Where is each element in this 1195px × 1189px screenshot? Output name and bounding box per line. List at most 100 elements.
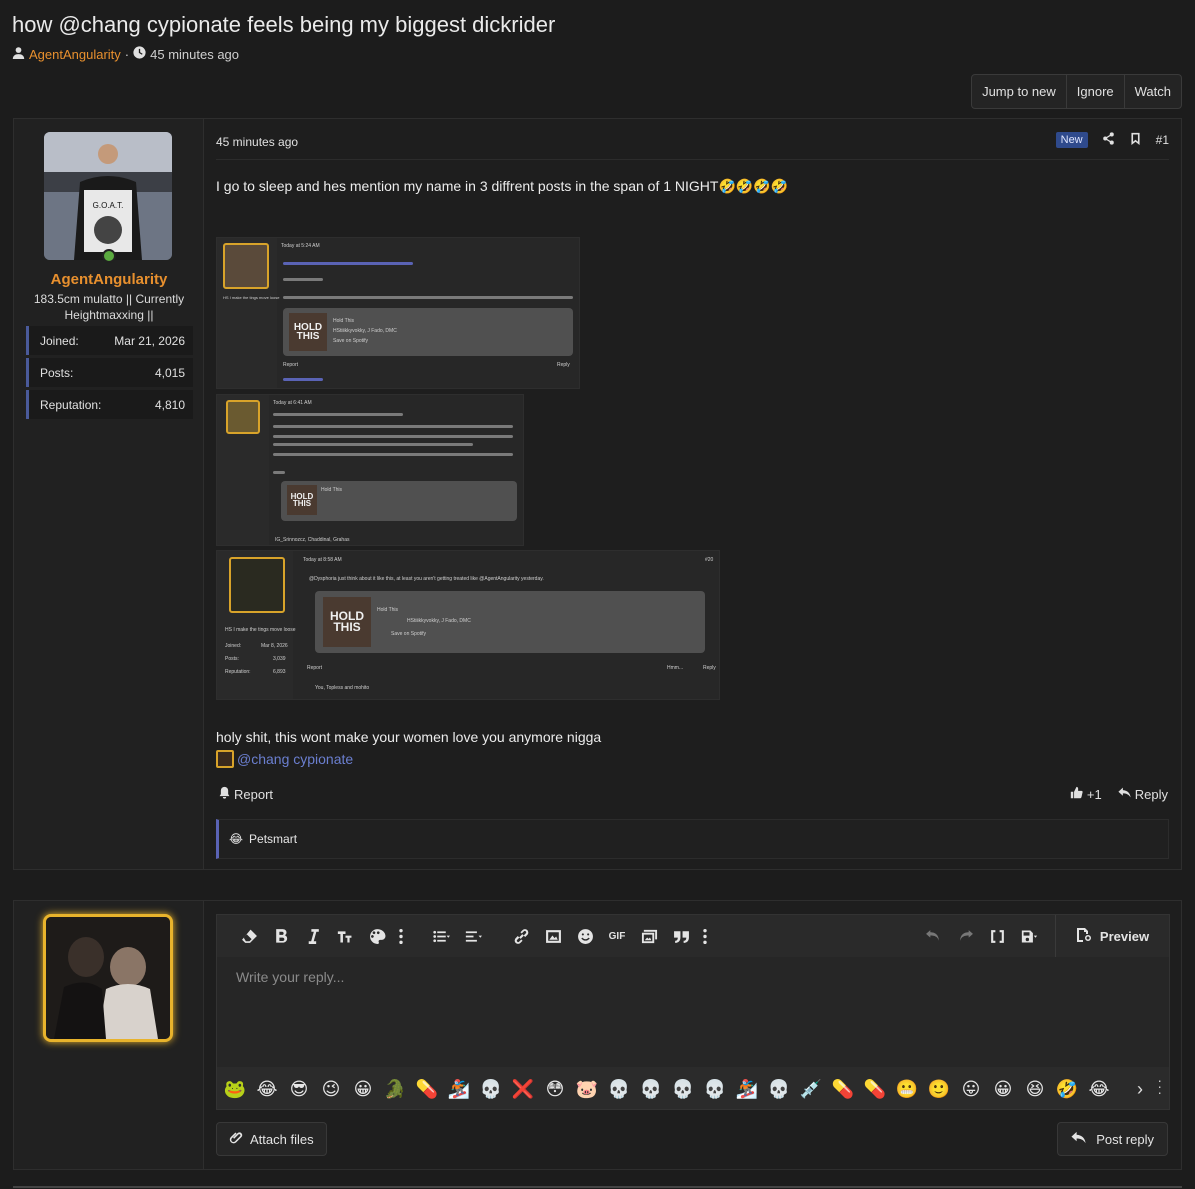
user-stats: Joined: Mar 21, 2026 Posts: 4,015 Reputa… — [26, 326, 193, 422]
smilie[interactable]: 💀 — [637, 1075, 665, 1103]
more-vertical-icon-3[interactable]: · · · — [1157, 1073, 1162, 1099]
reply-textarea[interactable]: Write your reply... — [217, 957, 1169, 1067]
screenshot-2[interactable]: Today at 6:41 AM HOLD THIS Hold This IG_… — [216, 394, 524, 546]
stat-reputation: Reputation: 4,810 — [26, 390, 193, 419]
smilie[interactable]: 😛 — [957, 1075, 985, 1103]
more-vertical-icon[interactable] — [393, 915, 409, 957]
media-icon[interactable] — [633, 915, 665, 957]
like-button[interactable]: +1 — [1070, 786, 1102, 802]
user-icon — [12, 46, 25, 62]
redo-icon[interactable] — [949, 915, 981, 957]
smilie[interactable]: 😳 — [541, 1075, 569, 1103]
share-icon[interactable] — [1102, 132, 1115, 148]
svg-text:G.O.A.T.: G.O.A.T. — [93, 201, 124, 210]
mention-link[interactable]: @chang cypionate — [237, 751, 353, 767]
bookmark-icon[interactable] — [1129, 132, 1142, 148]
clock-icon — [133, 46, 146, 62]
smilie[interactable]: 🏂 — [445, 1075, 473, 1103]
image-icon[interactable] — [537, 915, 569, 957]
list-icon[interactable] — [425, 915, 457, 957]
save-draft-icon[interactable] — [1013, 915, 1045, 957]
bell-icon — [218, 786, 231, 802]
smilie[interactable]: 💀 — [669, 1075, 697, 1103]
smilie[interactable]: 😀 — [989, 1075, 1017, 1103]
reaction-users[interactable]: Petsmart — [249, 832, 297, 846]
post-text-1: I go to sleep and hes mention my name in… — [216, 178, 789, 194]
smilie[interactable]: 😆 — [1021, 1075, 1049, 1103]
bbcode-toggle-icon[interactable] — [981, 915, 1013, 957]
more-vertical-icon-2[interactable] — [697, 915, 713, 957]
reply-arrow-icon — [1071, 1130, 1086, 1148]
jump-to-new-button[interactable]: Jump to new — [972, 75, 1067, 108]
undo-icon[interactable] — [917, 915, 949, 957]
post-time[interactable]: 45 minutes ago — [216, 135, 298, 149]
post-number[interactable]: #1 — [1156, 133, 1169, 147]
smilie[interactable]: ❌ — [509, 1075, 537, 1103]
smilie[interactable]: 💀 — [605, 1075, 633, 1103]
smilie[interactable]: 🙂 — [925, 1075, 953, 1103]
smilie[interactable]: 🐊 — [381, 1075, 409, 1103]
thread-title: how @chang cypionate feels being my bigg… — [12, 12, 556, 37]
attach-files-button[interactable]: Attach files — [216, 1122, 327, 1156]
avatar[interactable]: G.O.A.T. — [44, 132, 172, 260]
smilie[interactable]: 😂 — [253, 1075, 281, 1103]
watch-button[interactable]: Watch — [1125, 75, 1181, 108]
new-badge: New — [1055, 132, 1088, 148]
smilie[interactable]: 💀 — [765, 1075, 793, 1103]
mention-avatar-icon — [216, 750, 234, 768]
smiley-icon[interactable] — [569, 915, 601, 957]
smilie[interactable]: 💊 — [413, 1075, 441, 1103]
chevron-right-icon[interactable]: › — [1137, 1079, 1143, 1100]
header-divider — [216, 159, 1169, 160]
screenshot-3[interactable]: HS I make the tings move loose Joined: M… — [216, 550, 720, 700]
italic-icon[interactable] — [297, 915, 329, 957]
online-indicator — [102, 249, 116, 263]
font-size-icon[interactable] — [329, 915, 361, 957]
thread-actions: Jump to new Ignore Watch — [971, 74, 1182, 109]
smilie[interactable]: 💊 — [829, 1075, 857, 1103]
smilie[interactable]: 😂 — [1085, 1075, 1113, 1103]
stat-joined: Joined: Mar 21, 2026 — [26, 326, 193, 355]
thread-time[interactable]: 45 minutes ago — [150, 47, 239, 62]
smilie[interactable]: 💉 — [797, 1075, 825, 1103]
smilie[interactable]: 💀 — [701, 1075, 729, 1103]
reply-avatar — [43, 914, 173, 1042]
paperclip-icon — [229, 1130, 244, 1148]
post-user-panel: G.O.A.T. AgentAngularity 183.5cm mulatto… — [14, 119, 204, 869]
smilie[interactable]: 💀 — [477, 1075, 505, 1103]
report-link[interactable]: Report — [218, 786, 273, 802]
bold-icon[interactable] — [265, 915, 297, 957]
smilie[interactable]: 😉 — [317, 1075, 345, 1103]
reply-icon — [1118, 786, 1131, 802]
post-main: 45 minutes ago New #1 I go to sleep and … — [204, 119, 1181, 869]
link-icon[interactable] — [505, 915, 537, 957]
thread-author-link[interactable]: AgentAngularity — [29, 47, 121, 62]
smilie-bar: 🐸 😂 😎 😉 😀 🐊 💊 🏂 💀 ❌ 😳 🐷 💀 💀 💀 💀 🏂 💀 💉 💊 … — [221, 1067, 1169, 1111]
align-icon[interactable] — [457, 915, 489, 957]
reply-button[interactable]: Reply — [1118, 786, 1168, 802]
smilie[interactable]: 🐷 — [573, 1075, 601, 1103]
ignore-button[interactable]: Ignore — [1067, 75, 1125, 108]
reactions-bar[interactable]: 😂 Petsmart — [216, 819, 1169, 859]
quote-icon[interactable] — [665, 915, 697, 957]
smilie[interactable]: 🏂 — [733, 1075, 761, 1103]
smilie[interactable]: 🐸 — [221, 1075, 249, 1103]
smilie[interactable]: 🤣 — [1053, 1075, 1081, 1103]
reply-user-panel — [14, 901, 204, 1169]
smilie[interactable]: 💊 — [861, 1075, 889, 1103]
thread-meta: AgentAngularity · 45 minutes ago — [12, 46, 239, 62]
palette-icon[interactable] — [361, 915, 393, 957]
meta-separator: · — [124, 46, 130, 62]
screenshot-1[interactable]: HS I make the tings move loose Today at … — [216, 237, 580, 389]
post-reply-button[interactable]: Post reply — [1057, 1122, 1168, 1156]
smilie[interactable]: 😬 — [893, 1075, 921, 1103]
reply-editor: GIF Preview Write your reply... 🐸 😂 😎 😉 … — [216, 914, 1170, 1110]
user-title: 183.5cm mulatto || Currently Heightmaxxi… — [33, 292, 185, 322]
smilie[interactable]: 😎 — [285, 1075, 313, 1103]
quick-reply: GIF Preview Write your reply... 🐸 😂 😎 😉 … — [13, 900, 1182, 1170]
eraser-icon[interactable] — [233, 915, 265, 957]
smilie[interactable]: 😀 — [349, 1075, 377, 1103]
post-username[interactable]: AgentAngularity — [14, 271, 204, 288]
gif-icon[interactable]: GIF — [601, 915, 633, 957]
preview-button[interactable]: Preview — [1055, 915, 1169, 957]
